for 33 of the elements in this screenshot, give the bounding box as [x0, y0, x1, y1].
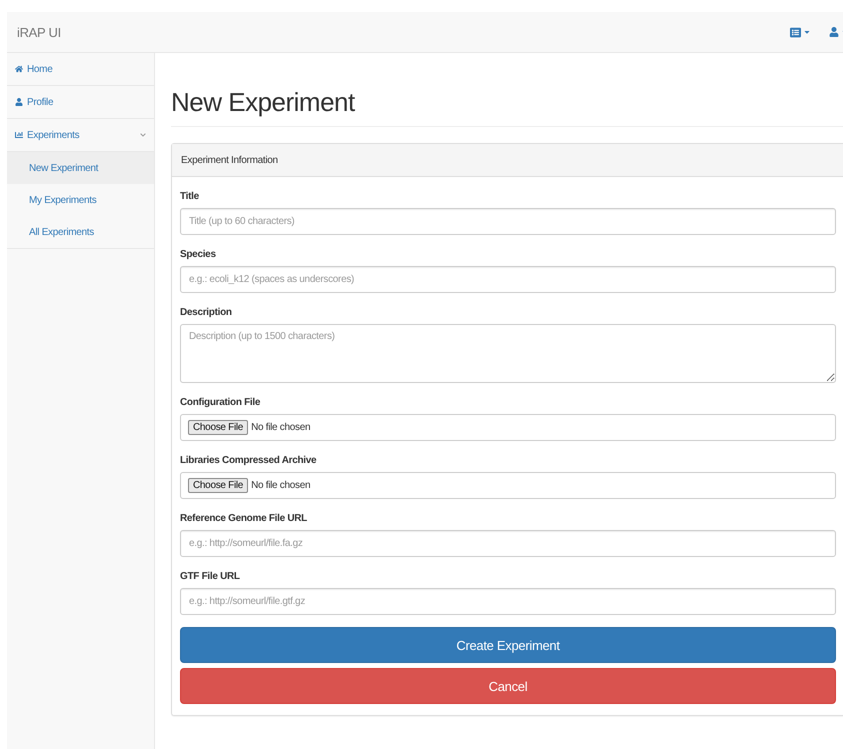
sidebar-item[interactable]: Home: [7, 53, 154, 86]
sidebar-subitem[interactable]: My Experiments: [7, 184, 154, 216]
choose-file-button[interactable]: Choose File: [188, 478, 248, 493]
field-label: Species: [180, 249, 217, 260]
text-field[interactable]: e.g.: http://someurl/file.gtf.gz: [180, 588, 836, 615]
field-label: Title: [180, 191, 200, 202]
field-label: Libraries Compressed Archive: [180, 455, 318, 466]
file-status: No file chosen: [251, 480, 310, 491]
list-icon: [790, 26, 801, 38]
field-label: Description: [180, 307, 233, 318]
sidebar-subitem[interactable]: New Experiment: [7, 152, 154, 184]
sidebar-subitem[interactable]: All Experiments: [7, 216, 154, 248]
field-label: Configuration File: [180, 397, 262, 408]
bar-chart-icon: [15, 131, 23, 139]
user-icon: [829, 27, 839, 37]
file-status: No file chosen: [251, 422, 310, 433]
text-field[interactable]: Title (up to 60 characters): [180, 208, 836, 235]
field-label: Reference Genome File URL: [180, 513, 308, 524]
text-area[interactable]: Description (up to 1500 characters): [180, 324, 836, 383]
panel-heading: Experiment Information: [172, 144, 843, 177]
caret-icon: [803, 28, 811, 36]
home-icon: [15, 65, 23, 73]
create-button[interactable]: Create Experiment: [180, 627, 836, 663]
text-field[interactable]: e.g.: ecoli_k12 (spaces as underscores): [180, 266, 836, 293]
field-label: GTF File URL: [180, 571, 241, 582]
tasks-menu-button[interactable]: [790, 26, 811, 38]
cancel-button[interactable]: Cancel: [180, 668, 836, 704]
user-icon: [15, 98, 23, 106]
sidebar-item[interactable]: Profile: [7, 86, 154, 119]
choose-file-button[interactable]: Choose File: [188, 420, 248, 435]
brand-title: iRAP UI: [17, 24, 61, 40]
text-field[interactable]: e.g.: http://someurl/file.fa.gz: [180, 530, 836, 557]
page-title: New Experiment: [171, 53, 843, 127]
